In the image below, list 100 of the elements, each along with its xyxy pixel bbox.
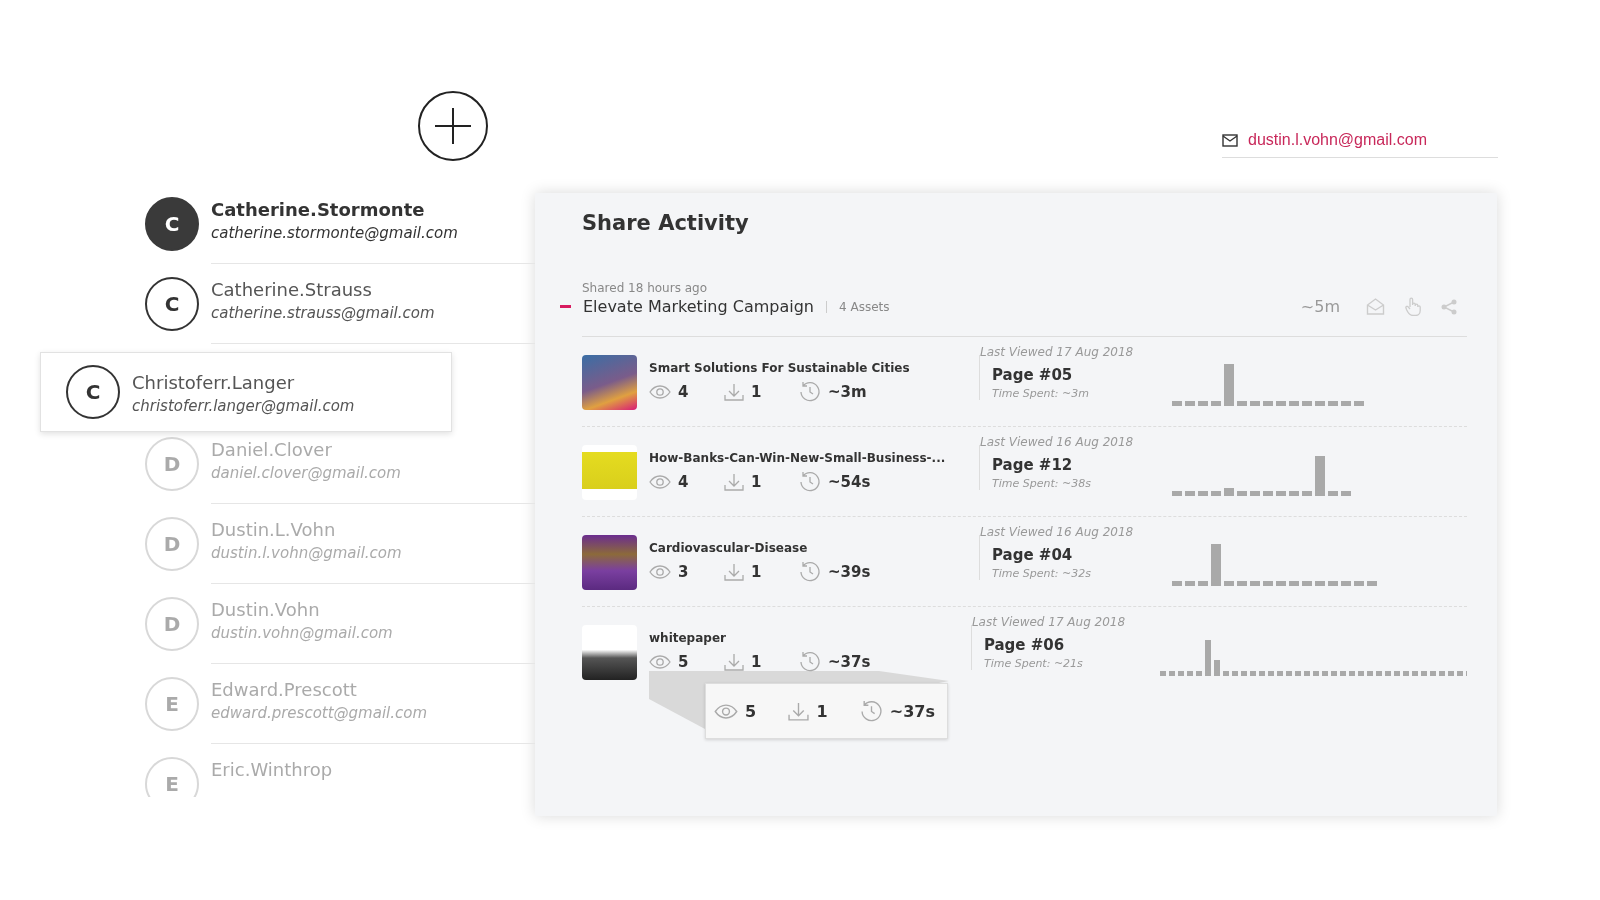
assets-count: 4 Assets [838, 299, 890, 314]
page-number: Page #05 [992, 366, 1074, 384]
download-icon [724, 563, 744, 581]
sparkline-bar [1302, 401, 1312, 406]
contact-email: catherine.strauss@gmail.com [211, 304, 436, 322]
document-thumbnail[interactable] [582, 445, 637, 500]
time-value: ~54s [828, 473, 871, 491]
download-icon [724, 653, 744, 671]
asset-title[interactable]: Cardiovascular-Disease [649, 541, 979, 555]
sparkline-bar [1198, 581, 1208, 586]
download-icon [724, 473, 744, 491]
sparkline-bar [1237, 491, 1247, 496]
download-icon [724, 383, 744, 401]
avatar: C [145, 197, 199, 251]
asset-title[interactable]: Smart Solutions For Sustainable Cities [649, 361, 979, 375]
sparkline-bar [1302, 581, 1312, 586]
eye-icon [714, 703, 738, 719]
sparkline-bar [1250, 581, 1260, 586]
sparkline-bar [1348, 671, 1355, 676]
sparkline-bar [1328, 581, 1338, 586]
share-icon[interactable] [1441, 298, 1457, 315]
panel-title: Share Activity [582, 211, 750, 235]
envelope-open-icon[interactable] [1366, 298, 1385, 315]
sparkline-bar [1211, 544, 1221, 586]
sparkline-bar [1447, 671, 1454, 676]
sparkline-bar [1465, 671, 1467, 676]
document-thumbnail[interactable] [582, 625, 637, 680]
sparkline-bar [1315, 456, 1325, 496]
sparkline-bar [1328, 491, 1338, 496]
total-time: ~5m [1300, 297, 1340, 316]
time-value: ~37s [828, 653, 871, 671]
sparkline-bar [1263, 581, 1273, 586]
sparkline-bar [1258, 671, 1265, 676]
sparkline-bar [1366, 671, 1373, 676]
contact-name[interactable]: Catherine.Stormonte [211, 199, 535, 220]
sparkline-bar [1375, 671, 1382, 676]
campaign-title[interactable]: Elevate Marketing Campaign [583, 297, 814, 316]
sparkline-bar [1213, 660, 1220, 676]
sparkline-bar [1341, 401, 1351, 406]
sparkline-bar [1177, 671, 1184, 676]
sparkline-bar [1302, 491, 1312, 496]
sparkline-bar [1276, 491, 1286, 496]
downloads-count: 1 [816, 701, 828, 721]
views-count: 3 [678, 563, 689, 581]
sparkline-bar [1211, 491, 1221, 496]
sparkline-bar [1211, 401, 1221, 406]
sparkline-bar [1185, 491, 1195, 496]
sparkline-bar [1312, 671, 1319, 676]
sparkline-bar [1289, 401, 1299, 406]
contact-email: daniel.clover@gmail.com [211, 464, 402, 482]
avatar: D [145, 437, 199, 491]
dragged-contact-card[interactable]: C Christoferr.Langer christoferr.langer@gmail.com [40, 352, 452, 432]
sparkline-bar [1328, 401, 1338, 406]
contact-email: catherine.stormonte@gmail.com [211, 224, 459, 242]
contact-email: edward.prescott@gmail.com [211, 704, 429, 722]
avatar: E [145, 757, 199, 797]
sparkline-bar [1250, 491, 1260, 496]
downloads-count: 1 [751, 473, 762, 491]
shared-time: Shared 18 hours ago [582, 281, 708, 295]
sparkline-bar [1276, 401, 1286, 406]
contact-email: dustin.l.vohn@gmail.com [211, 544, 403, 562]
time-spent: Time Spent: ~21s [983, 657, 1084, 670]
sparkline-bar [1231, 671, 1238, 676]
document-thumbnail[interactable] [582, 355, 637, 410]
collapse-icon[interactable] [560, 305, 571, 308]
sparkline-bar [1303, 671, 1310, 676]
contact-email: christoferr.langer@gmail.com [132, 396, 355, 415]
sparkline-bar [1294, 671, 1301, 676]
sparkline-bar [1285, 671, 1292, 676]
contact-name[interactable]: Catherine.Strauss [211, 279, 535, 300]
last-viewed-date: Last Viewed 16 Aug 2018 [980, 435, 1135, 449]
contact-name: Christoferr.Langer [132, 371, 296, 393]
sparkline-bar [1172, 491, 1182, 496]
sparkline-bar [1411, 671, 1418, 676]
downloads-count: 1 [751, 563, 762, 581]
clock-icon [799, 561, 821, 583]
page-number: Page #12 [992, 456, 1074, 474]
sparkline-bar [1289, 491, 1299, 496]
last-viewed-date: Last Viewed 17 Aug 2018 [971, 615, 1127, 629]
time-value: ~37s [889, 701, 935, 721]
sparkline-bar [1222, 671, 1229, 676]
sparkline-bar [1186, 671, 1193, 676]
sparkline-bar [1263, 401, 1273, 406]
page-number: Page #04 [992, 546, 1074, 564]
sparkline-bar [1172, 401, 1182, 406]
account-email[interactable]: dustin.l.vohn@gmail.com [1248, 131, 1427, 149]
sparkline-bar [1224, 488, 1234, 496]
document-thumbnail[interactable] [582, 535, 637, 590]
sparkline-bar [1438, 671, 1445, 676]
pointing-hand-icon[interactable] [1405, 297, 1421, 316]
sparkline-bar [1159, 671, 1166, 676]
downloads-count: 1 [751, 653, 762, 671]
asset-title[interactable]: How-Banks-Can-Win-New-Small-Business-... [649, 451, 979, 465]
asset-title[interactable]: whitepaper [649, 631, 971, 645]
last-viewed-date: Last Viewed 17 Aug 2018 [980, 345, 1135, 359]
sparkline-bar [1224, 364, 1234, 406]
clock-icon [799, 471, 821, 493]
sparkline-bar [1341, 491, 1351, 496]
sparkline-bar [1198, 491, 1208, 496]
time-spent: Time Spent: ~3m [992, 387, 1090, 400]
